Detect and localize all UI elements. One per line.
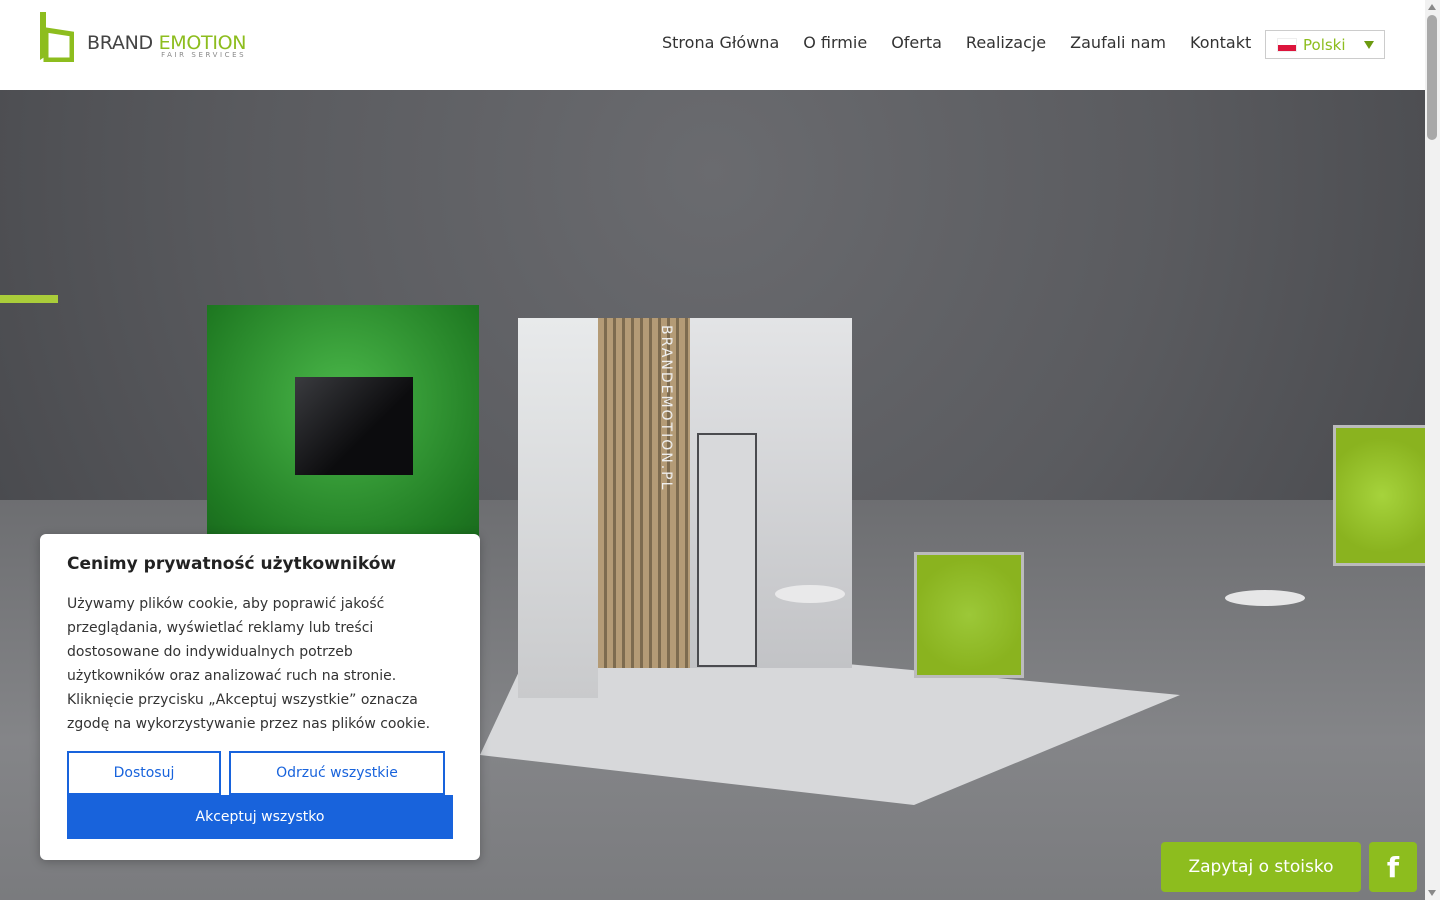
round-table (1225, 590, 1305, 606)
logo-text: BRAND EMOTION FAIR SERVICES (87, 32, 247, 59)
bar-stool (775, 585, 845, 603)
logo-brand-word: BRAND (87, 32, 153, 54)
green-lightbox-right (1333, 425, 1425, 566)
customize-button[interactable]: Dostosuj (67, 751, 221, 795)
language-label: Polski (1303, 35, 1346, 54)
page-scrollbar[interactable] (1425, 0, 1440, 900)
nav-item-home[interactable]: Strona Główna (662, 33, 779, 52)
scroll-down-arrow-icon[interactable] (1428, 890, 1436, 896)
wall-brand-text: BRANDEMOTION.PL (658, 325, 674, 492)
nav-item-portfolio[interactable]: Realizacje (966, 33, 1046, 52)
tv-screen (295, 377, 413, 475)
main-nav: Strona Główna O firmie Oferta Realizacje… (662, 33, 1275, 52)
ask-stand-button[interactable]: Zapytaj o stoisko (1161, 842, 1361, 892)
hero-left-stand-edge (0, 295, 58, 303)
cookie-description: Używamy plików cookie, aby poprawić jako… (67, 596, 431, 732)
facebook-icon[interactable]: f (1369, 842, 1417, 892)
cookie-consent-dialog: Cenimy prywatność użytkowników Używamy p… (40, 534, 480, 860)
language-select[interactable]: Polski (1265, 30, 1385, 59)
flag-pl-icon (1277, 37, 1297, 52)
reject-all-button[interactable]: Odrzuć wszystkie (229, 751, 445, 795)
site-header: BRAND EMOTION FAIR SERVICES Strona Główn… (0, 0, 1425, 90)
scroll-up-arrow-icon[interactable] (1428, 4, 1436, 10)
cookie-title: Cenimy prywatność użytkowników (67, 554, 397, 574)
nav-item-contact[interactable]: Kontakt (1190, 33, 1251, 52)
nav-item-offer[interactable]: Oferta (891, 33, 942, 52)
chevron-down-icon (1364, 41, 1374, 49)
accept-all-button[interactable]: Akceptuj wszystko (67, 795, 453, 839)
brand-logo-icon (40, 12, 74, 62)
green-lightbox (914, 552, 1024, 678)
wood-slats (598, 318, 690, 668)
nav-item-about[interactable]: O firmie (803, 33, 867, 52)
cabin-door (697, 433, 757, 667)
white-panel (518, 318, 598, 698)
brand-logo[interactable]: BRAND EMOTION FAIR SERVICES (40, 12, 247, 62)
scrollbar-thumb[interactable] (1427, 15, 1437, 140)
nav-item-clients[interactable]: Zaufali nam (1070, 33, 1166, 52)
